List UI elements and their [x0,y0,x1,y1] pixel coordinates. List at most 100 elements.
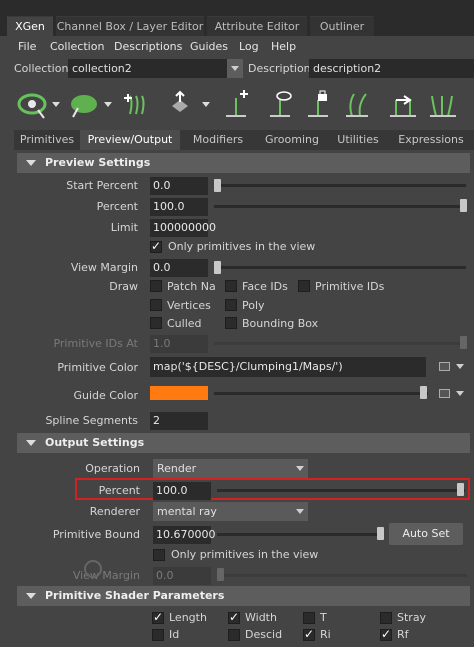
tab-attribute-editor[interactable]: Attribute Editor [207,16,307,37]
output-percent-slider-handle[interactable] [457,483,464,496]
limit-field[interactable]: 100000000 [150,219,216,237]
descid-checkbox[interactable] [228,629,240,641]
poly-checkbox[interactable] [225,299,237,311]
menu-log[interactable]: Log [239,40,259,53]
tab-preview-output[interactable]: Preview/Output [80,130,180,150]
chevron-down-icon[interactable] [52,102,60,107]
tab-channel-box[interactable]: Channel Box / Layer Editor [56,16,204,37]
menu-descriptions[interactable]: Descriptions [114,40,182,53]
primitive-ids-label: Primitive IDs [315,280,385,293]
stray-checkbox[interactable] [380,612,392,624]
limit-label: Limit [110,221,138,234]
description-dropdown[interactable]: description2 [309,59,474,78]
patch-na-label: Patch Na [167,280,216,293]
expression-editor-icon[interactable] [439,362,450,371]
collection-value: collection2 [72,62,132,75]
start-percent-slider[interactable] [214,184,466,187]
primitive-bound-field[interactable]: 10.670000 [153,526,216,544]
start-percent-slider-handle[interactable] [214,179,221,192]
face-ids-label: Face IDs [242,280,288,293]
rf-checkbox[interactable] [380,627,392,641]
lock-guide-icon[interactable] [308,90,328,117]
face-ids-checkbox[interactable] [225,280,237,292]
chevron-down-icon[interactable] [202,102,210,107]
percent-slider-handle[interactable] [460,199,467,212]
flip-guide-icon[interactable] [390,95,416,117]
renderer-dropdown[interactable]: mental ray [153,502,308,521]
guide-sculpt-icon[interactable] [346,93,368,117]
patch-na-checkbox[interactable] [150,280,162,292]
vertices-checkbox[interactable] [150,299,162,311]
width-label: Width [245,611,277,624]
only-primitives-checkbox[interactable] [150,239,162,253]
length-label: Length [169,611,207,624]
chevron-down-icon[interactable] [104,102,112,107]
tab-expressions[interactable]: Expressions [388,130,474,150]
width-checkbox[interactable] [228,610,240,624]
draw-label: Draw [109,280,138,293]
primitive-ids-checkbox[interactable] [298,280,310,292]
menu-guides[interactable]: Guides [190,40,228,53]
paint-blob-icon[interactable] [71,95,97,118]
bounding-box-checkbox[interactable] [225,317,237,329]
preview-settings-header[interactable]: Preview Settings [17,153,470,173]
tab-outliner[interactable]: Outliner [310,16,374,37]
primitive-shader-parameters-header[interactable]: Primitive Shader Parameters [17,586,470,606]
menu-collection[interactable]: Collection [50,40,104,53]
move-primitive-icon[interactable] [172,90,188,112]
tab-xgen[interactable]: XGen [7,16,53,37]
chevron-down-icon[interactable] [456,364,464,369]
shelf-icons [17,90,456,119]
output-view-margin-field[interactable]: 0.0 [153,567,211,585]
tab-grooming[interactable]: Grooming [256,130,328,150]
percent-slider[interactable] [214,205,466,208]
primitive-ids-at-field[interactable]: 1.0 [150,335,208,353]
view-margin-slider[interactable] [214,266,466,269]
tab-utilities[interactable]: Utilities [330,130,386,150]
add-guide-icon[interactable] [226,90,248,117]
eye-icon[interactable] [17,93,47,119]
view-margin-field[interactable]: 0.0 [150,259,208,277]
add-primitive-icon[interactable] [124,94,145,115]
length-checkbox[interactable] [152,610,164,624]
spline-segments-field[interactable]: 2 [150,412,208,430]
percent-field[interactable]: 100.0 [150,198,208,216]
chevron-down-icon[interactable] [456,391,464,396]
operation-dropdown[interactable]: Render [153,459,308,478]
primitive-bound-slider-handle[interactable] [377,527,384,540]
tab-modifiers[interactable]: Modifiers [182,130,254,150]
output-view-margin-slider[interactable] [217,574,467,577]
output-view-margin-slider-handle[interactable] [217,568,224,581]
ri-checkbox[interactable] [303,627,315,641]
start-percent-field[interactable]: 0.0 [150,177,208,195]
menu-file[interactable]: File [18,40,36,53]
culled-checkbox[interactable] [150,317,162,329]
guide-visibility-icon[interactable] [270,91,292,117]
guide-color-swatch[interactable] [150,386,208,400]
menu-bar: File Collection Descriptions Guides Log … [0,36,474,58]
normalize-guide-icon[interactable] [430,95,456,117]
menu-help[interactable]: Help [271,40,296,53]
primitive-ids-at-slider-handle[interactable] [460,336,467,349]
collection-dropdown[interactable]: collection2 [68,59,243,78]
t-checkbox[interactable] [303,612,315,624]
guide-color-slider-handle[interactable] [420,386,427,399]
primitive-bound-slider[interactable] [217,533,381,536]
rf-label: Rf [397,628,409,641]
output-percent-slider[interactable] [217,489,465,492]
primitive-ids-at-slider[interactable] [214,342,466,345]
guide-color-slider[interactable] [214,392,428,395]
auto-set-button[interactable]: Auto Set [389,523,463,545]
view-margin-slider-handle[interactable] [214,261,221,274]
primitive-color-expression-field[interactable]: map('${DESC}/Clumping1/Maps/') [150,357,426,377]
expression-editor-icon[interactable] [439,389,450,398]
id-checkbox[interactable] [152,629,164,641]
bounding-box-label: Bounding Box [242,317,319,330]
renderer-label: Renderer [89,505,140,518]
output-percent-field[interactable]: 100.0 [153,482,211,500]
output-only-primitives-checkbox[interactable] [153,549,165,561]
tab-primitives[interactable]: Primitives [16,130,78,150]
output-settings-header[interactable]: Output Settings [17,433,470,453]
output-view-margin-label: View Margin [72,569,140,582]
start-percent-label: Start Percent [66,179,138,192]
